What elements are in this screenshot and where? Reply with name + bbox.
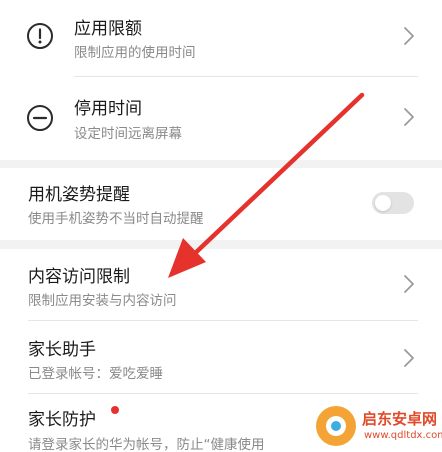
watermark-logo-icon bbox=[316, 406, 356, 446]
parent-assistant-title: 家长助手 bbox=[28, 340, 96, 360]
posture-reminder-row[interactable]: 用机姿势提醒 使用手机姿势不当时自动提醒 bbox=[0, 168, 442, 240]
downtime-title: 停用时间 bbox=[74, 99, 142, 119]
posture-reminder-toggle[interactable] bbox=[372, 192, 414, 214]
exclamation-circle-icon bbox=[27, 23, 53, 49]
parent-protection-title: 家长防护 bbox=[28, 410, 96, 430]
chevron-right-icon bbox=[404, 27, 414, 45]
content-restrictions-title: 内容访问限制 bbox=[28, 267, 130, 287]
watermark-url: www.qdltdx.com bbox=[364, 430, 442, 441]
app-limits-title: 应用限额 bbox=[74, 19, 142, 39]
watermark-logo: 启东安卓网 www.qdltdx.com bbox=[316, 400, 442, 450]
chevron-right-icon bbox=[404, 349, 414, 367]
app-limits-subtitle: 限制应用的使用时间 bbox=[74, 45, 196, 61]
watermark-name: 启东安卓网 bbox=[362, 410, 438, 428]
downtime-subtitle: 设定时间远离屏幕 bbox=[74, 126, 182, 142]
content-restrictions-subtitle: 限制应用安装与内容访问 bbox=[28, 293, 177, 309]
chevron-right-icon bbox=[404, 275, 414, 293]
parent-assistant-row[interactable]: 家长助手 已登录帐号：爱吃爱睡 bbox=[0, 321, 442, 393]
settings-card-time: 应用限额 限制应用的使用时间 停用时间 设定时间远离屏幕 bbox=[0, 0, 442, 160]
parent-protection-subtitle: 请登录家长的华为帐号，防止“健康使用 bbox=[28, 437, 265, 452]
notification-badge-dot bbox=[111, 406, 119, 414]
settings-card-posture: 用机姿势提醒 使用手机姿势不当时自动提醒 bbox=[0, 168, 442, 240]
minus-circle-icon bbox=[27, 105, 53, 131]
app-limits-row[interactable]: 应用限额 限制应用的使用时间 bbox=[0, 0, 442, 76]
posture-reminder-subtitle: 使用手机姿势不当时自动提醒 bbox=[28, 211, 204, 227]
downtime-row[interactable]: 停用时间 设定时间远离屏幕 bbox=[0, 77, 442, 160]
chevron-right-icon bbox=[404, 108, 414, 126]
posture-reminder-title: 用机姿势提醒 bbox=[28, 185, 130, 205]
parent-assistant-subtitle: 已登录帐号：爱吃爱睡 bbox=[28, 366, 163, 382]
toggle-knob bbox=[375, 195, 391, 211]
content-restrictions-row[interactable]: 内容访问限制 限制应用安装与内容访问 bbox=[0, 249, 442, 320]
